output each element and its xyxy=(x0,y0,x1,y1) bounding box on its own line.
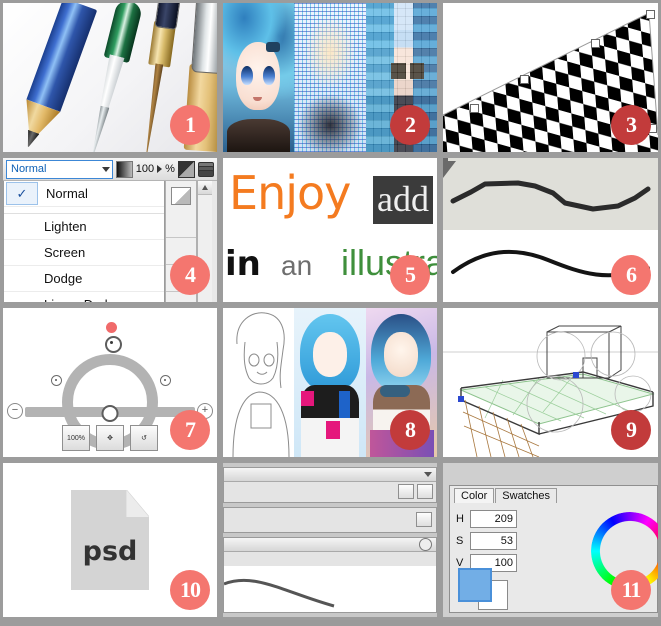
text-enjoy: Enjoy xyxy=(229,166,351,220)
panel-badge-4: 4 xyxy=(170,255,210,295)
panel-badge-8: 8 xyxy=(390,410,430,450)
zoom-slider[interactable] xyxy=(25,405,195,422)
hsv-fields: H 209 S 53 V 100 xyxy=(456,510,517,576)
panel-badge-7: 7 xyxy=(170,410,210,450)
stroke-before xyxy=(443,158,658,230)
percent-label: % xyxy=(165,163,175,175)
zoom-slider-knob[interactable] xyxy=(101,405,119,422)
chevron-down-icon[interactable] xyxy=(424,472,432,477)
psd-label: psd xyxy=(82,535,138,567)
panel-strip-bottom xyxy=(223,537,437,613)
fit-screen-button[interactable]: ✥ xyxy=(96,425,124,451)
menu-item-label: Normal xyxy=(46,186,88,201)
layer-mask-icon[interactable] xyxy=(177,160,196,178)
tab-color[interactable]: Color xyxy=(454,488,495,503)
panel-3d-perspective: 9 xyxy=(440,305,661,460)
transform-handle[interactable] xyxy=(646,10,655,19)
panel-text-tool: Enjoy add in an illustra 5 xyxy=(220,155,440,305)
menu-item-label: Linear Dodge xyxy=(44,297,123,305)
panel-badge-3: 3 xyxy=(611,105,651,145)
panel-badge-2: 2 xyxy=(390,105,430,145)
color-panel-tabs: Color Swatches xyxy=(450,486,657,503)
foreground-color-swatch[interactable] xyxy=(458,568,492,602)
feature-panel-grid: 1 2 3 Normal 100 % ✓ Normal Lighten Scre… xyxy=(0,0,661,626)
chevron-down-icon[interactable] xyxy=(102,166,111,172)
menu-item-lighten[interactable]: Lighten xyxy=(4,214,164,240)
panel-blend-modes: Normal 100 % ✓ Normal Lighten Screen Dod… xyxy=(0,155,220,305)
panel-badge-9: 9 xyxy=(611,410,651,450)
tab-swatches[interactable]: Swatches xyxy=(495,488,557,503)
menu-item-normal[interactable]: ✓ Normal xyxy=(4,181,164,207)
gradient-swatch-icon[interactable] xyxy=(116,160,133,178)
panel-transform-checkerboard: 3 xyxy=(440,0,661,155)
blend-mode-combo[interactable]: Normal xyxy=(6,159,114,179)
brush-curve-preview xyxy=(223,566,436,612)
menu-item-linear-dodge[interactable]: Linear Dodge xyxy=(4,292,164,305)
layer-options-toolbar: Normal 100 % xyxy=(3,158,217,181)
text-add-highlighted: add xyxy=(373,176,433,224)
layer-thumbnail[interactable] xyxy=(171,187,191,205)
menu-separator xyxy=(4,207,164,214)
stage-lineart xyxy=(223,308,295,457)
text-in: in xyxy=(225,244,261,284)
rotation-origin-marker xyxy=(106,322,117,333)
jagged-stroke xyxy=(450,180,651,212)
blend-mode-menu[interactable]: ✓ Normal Lighten Screen Dodge Linear Dod… xyxy=(3,181,165,305)
down-arrow-icon xyxy=(443,158,456,178)
menu-item-screen[interactable]: Screen xyxy=(4,240,164,266)
rotation-handle-left[interactable] xyxy=(51,375,62,386)
reset-rotation-button[interactable]: ↺ xyxy=(130,425,158,451)
panel-layers: 100% Normal Layer Set1 100% Pass Through xyxy=(0,620,220,626)
transform-handle[interactable] xyxy=(591,39,600,48)
text-an: an xyxy=(281,250,313,281)
zoom-100-label: 100% xyxy=(67,434,85,442)
panel-color-picker: Color Swatches H 209 S 53 V 100 11 xyxy=(440,460,661,620)
rotation-handle-right[interactable] xyxy=(160,375,171,386)
panel-line-stabilizer: 6 xyxy=(440,155,661,305)
menu-item-label: Screen xyxy=(44,245,86,260)
hue-label: H xyxy=(456,513,464,525)
panel-badge-6: 6 xyxy=(611,255,651,295)
panel-illustration-stages: 8 xyxy=(220,305,440,460)
saturation-input[interactable]: 53 xyxy=(470,532,517,550)
zoom-100-button[interactable]: 100% xyxy=(62,425,90,451)
panel-drawing-tools: 1 xyxy=(0,0,220,155)
opacity-spinner-icon[interactable] xyxy=(157,165,163,173)
transform-handle[interactable] xyxy=(520,75,529,84)
menu-item-dodge[interactable]: Dodge xyxy=(4,266,164,292)
opacity-value[interactable]: 100 xyxy=(136,163,154,175)
panel-psd-support: psd 10 xyxy=(0,460,220,620)
lineart-figure xyxy=(232,312,290,457)
panel-badge-1: 1 xyxy=(170,105,210,145)
blend-mode-value: Normal xyxy=(11,163,47,175)
saturation-label: S xyxy=(456,535,464,547)
menu-item-label: Dodge xyxy=(44,271,83,286)
transform-icon[interactable] xyxy=(416,512,432,527)
new-layer-icon[interactable] xyxy=(398,484,414,499)
panel-resolution-samples: 2 xyxy=(220,0,440,155)
transform-handle[interactable] xyxy=(470,104,479,113)
face-smooth xyxy=(223,3,295,152)
panel-badge-10: 10 xyxy=(170,570,210,610)
face-halftone xyxy=(294,3,366,152)
scroll-up-icon[interactable] xyxy=(198,181,212,195)
panel-ui-strips xyxy=(220,460,440,620)
stage-flat-color xyxy=(294,308,366,457)
check-icon: ✓ xyxy=(6,182,38,205)
panel-strip-middle xyxy=(223,507,437,533)
zoom-out-button[interactable]: − xyxy=(7,403,23,419)
dropdown-circle-icon[interactable] xyxy=(419,538,432,551)
rotation-knob[interactable] xyxy=(105,336,122,353)
panel-strip-top xyxy=(223,467,437,503)
layers-stack-icon[interactable] xyxy=(198,161,215,177)
trash-icon[interactable] xyxy=(417,484,433,499)
hue-input[interactable]: 209 xyxy=(470,510,517,528)
panel-canvas-navigator: − + 100% ✥ ↺ 7 xyxy=(0,305,220,460)
psd-file-icon: psd xyxy=(71,490,149,590)
menu-item-label: Lighten xyxy=(44,219,87,234)
panel-badge-5: 5 xyxy=(390,255,430,295)
panel-badge-11: 11 xyxy=(611,570,651,610)
